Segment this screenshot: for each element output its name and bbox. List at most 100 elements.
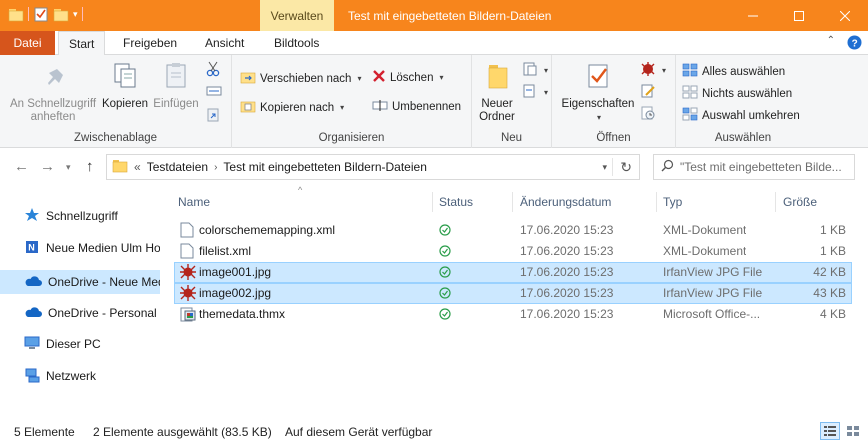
cut-button[interactable] xyxy=(206,61,220,80)
select-all-icon xyxy=(682,63,698,80)
back-arrow-icon[interactable]: ← xyxy=(14,158,29,175)
theme-file-icon xyxy=(180,306,196,325)
new-folder-icon[interactable] xyxy=(53,6,69,22)
table-row[interactable]: image001.jpg 17.06.2020 15:23 IrfanView … xyxy=(174,262,852,283)
tab-picture-tools[interactable]: Bildtools xyxy=(264,31,329,55)
refresh-icon[interactable]: ↻ xyxy=(620,159,632,176)
move-to-button[interactable]: Verschieben nach ▾ xyxy=(240,69,361,88)
tab-start[interactable]: Start xyxy=(58,31,106,56)
minimize-button[interactable] xyxy=(730,0,776,31)
rename-button[interactable]: Umbenennen xyxy=(372,98,461,115)
group-label-organize: Organisieren xyxy=(318,132,385,144)
copy-path-button[interactable] xyxy=(206,85,222,100)
column-header-status[interactable]: Status xyxy=(439,195,473,209)
nav-item-onedrive-business[interactable]: OneDrive - Neue Med xyxy=(0,270,160,294)
file-date: 17.06.2020 15:23 xyxy=(520,244,614,258)
file-type: XML-Dokument xyxy=(663,244,747,258)
nav-item-this-pc[interactable]: Dieser PC xyxy=(0,332,160,356)
properties-icon[interactable] xyxy=(33,6,49,22)
network-icon xyxy=(24,367,40,386)
nav-label-onedrive-business: OneDrive - Neue Med xyxy=(48,275,160,289)
nav-item-neue-medien[interactable]: N Neue Medien Ulm Ho xyxy=(0,236,160,260)
delete-button[interactable]: Löschen ▾ xyxy=(372,69,444,86)
tab-share[interactable]: Freigeben xyxy=(113,31,187,55)
new-folder-button[interactable]: Neuer Ordner xyxy=(476,61,518,124)
column-header-date[interactable]: Änderungsdatum xyxy=(520,195,611,209)
group-new: Neuer Ordner ▾ ▾ Neu xyxy=(472,55,552,148)
status-bar: 5 Elemente 2 Elemente ausgewählt (83.5 K… xyxy=(0,420,868,444)
easy-access-icon xyxy=(522,83,538,102)
select-none-button[interactable]: Nichts auswählen xyxy=(682,85,792,102)
nav-label-this-pc: Dieser PC xyxy=(46,337,101,351)
invert-selection-icon xyxy=(682,107,698,124)
chevron-down-icon: ▾ xyxy=(357,74,362,83)
copy-to-button[interactable]: Kopieren nach ▾ xyxy=(240,98,344,117)
open-with-button[interactable]: ▾ xyxy=(640,61,666,80)
breadcrumb-separator-icon[interactable]: › xyxy=(214,162,217,173)
folder-icon xyxy=(483,61,511,95)
up-arrow-icon[interactable]: ↑ xyxy=(86,158,94,175)
computer-icon xyxy=(24,335,40,354)
svg-text:N: N xyxy=(28,242,35,252)
sync-status-icon xyxy=(439,308,451,323)
delete-label: Löschen xyxy=(390,71,434,84)
nav-item-network[interactable]: Netzwerk xyxy=(0,364,160,388)
nav-item-quick-access[interactable]: Schnellzugriff xyxy=(0,204,160,228)
paste-shortcut-icon xyxy=(206,107,220,126)
copy-button[interactable]: Kopieren xyxy=(100,61,150,111)
customize-qat-icon[interactable]: ▾ xyxy=(73,9,78,20)
maximize-button[interactable] xyxy=(776,0,822,31)
column-header-size[interactable]: Größe xyxy=(783,195,817,209)
table-row[interactable]: filelist.xml 17.06.2020 15:23 XML-Dokume… xyxy=(174,241,852,262)
easy-access-button[interactable]: ▾ xyxy=(522,83,548,102)
sort-ascending-icon: ^ xyxy=(298,185,303,195)
address-overflow-chevron[interactable]: « xyxy=(134,160,141,174)
nav-label-network: Netzwerk xyxy=(46,369,97,383)
search-box[interactable]: "Test mit eingebetteten Bilde... xyxy=(653,154,855,180)
column-header-type[interactable]: Typ xyxy=(663,195,682,209)
tab-file[interactable]: Datei xyxy=(0,31,55,55)
invert-selection-button[interactable]: Auswahl umkehren xyxy=(682,107,800,124)
new-item-button[interactable]: ▾ xyxy=(522,61,548,80)
recent-locations-chevron-icon[interactable]: ▾ xyxy=(66,162,71,173)
ribbon-tabs: Datei Start Freigeben Ansicht Bildtools … xyxy=(0,31,868,56)
group-label-open: Öffnen xyxy=(596,132,631,144)
folder-icon[interactable] xyxy=(8,6,24,22)
details-view-icon[interactable] xyxy=(820,422,840,440)
table-row[interactable]: image002.jpg 17.06.2020 15:23 IrfanView … xyxy=(174,283,852,304)
history-button[interactable] xyxy=(640,105,656,124)
forward-arrow-icon[interactable]: → xyxy=(40,158,55,175)
sync-status-icon xyxy=(439,287,451,302)
properties-label: Eigenschaften xyxy=(561,98,635,110)
clipboard-icon xyxy=(162,61,190,95)
paste-shortcut-button[interactable] xyxy=(206,107,220,126)
breadcrumb-current-folder[interactable]: Test mit eingebetteten Bildern-Dateien xyxy=(223,160,426,174)
people-icon: N xyxy=(24,239,40,258)
properties-button[interactable]: Eigenschaften ▾ xyxy=(558,61,638,124)
tab-view[interactable]: Ansicht xyxy=(195,31,254,55)
tab-context-manage[interactable]: Verwalten xyxy=(260,0,334,31)
collapse-ribbon-icon[interactable]: ⌃ xyxy=(827,35,835,53)
address-history-chevron-icon[interactable]: ▾ xyxy=(602,162,607,173)
sync-status-icon xyxy=(439,266,451,281)
table-row[interactable]: themedata.thmx 17.06.2020 15:23 Microsof… xyxy=(174,304,852,325)
column-header-name[interactable]: Name xyxy=(178,195,210,209)
nav-item-onedrive-personal[interactable]: OneDrive - Personal xyxy=(0,301,160,325)
select-all-button[interactable]: Alles auswählen xyxy=(682,63,785,80)
close-button[interactable] xyxy=(822,0,868,31)
search-placeholder: "Test mit eingebetteten Bilde... xyxy=(680,160,842,174)
large-icons-view-icon[interactable] xyxy=(843,422,863,440)
group-clipboard: An Schnellzugriff anheften Kopieren Einf… xyxy=(0,55,232,148)
help-icon[interactable]: ? xyxy=(847,35,862,53)
search-icon xyxy=(661,159,674,175)
select-all-label: Alles auswählen xyxy=(702,65,786,78)
edit-button[interactable] xyxy=(640,83,656,102)
paste-button[interactable]: Einfügen xyxy=(150,61,202,111)
table-row[interactable]: colorschememapping.xml 17.06.2020 15:23 … xyxy=(174,220,852,241)
navigation-pane: Schnellzugriff N Neue Medien Ulm Ho OneD… xyxy=(0,190,160,420)
pin-quick-access-button[interactable]: An Schnellzugriff anheften xyxy=(6,61,100,124)
chevron-down-icon: ▾ xyxy=(596,113,601,122)
chevron-down-icon: ▾ xyxy=(662,66,667,75)
breadcrumb-testdateien[interactable]: Testdateien xyxy=(147,160,208,174)
address-bar[interactable]: « Testdateien › Test mit eingebetteten B… xyxy=(106,154,640,180)
